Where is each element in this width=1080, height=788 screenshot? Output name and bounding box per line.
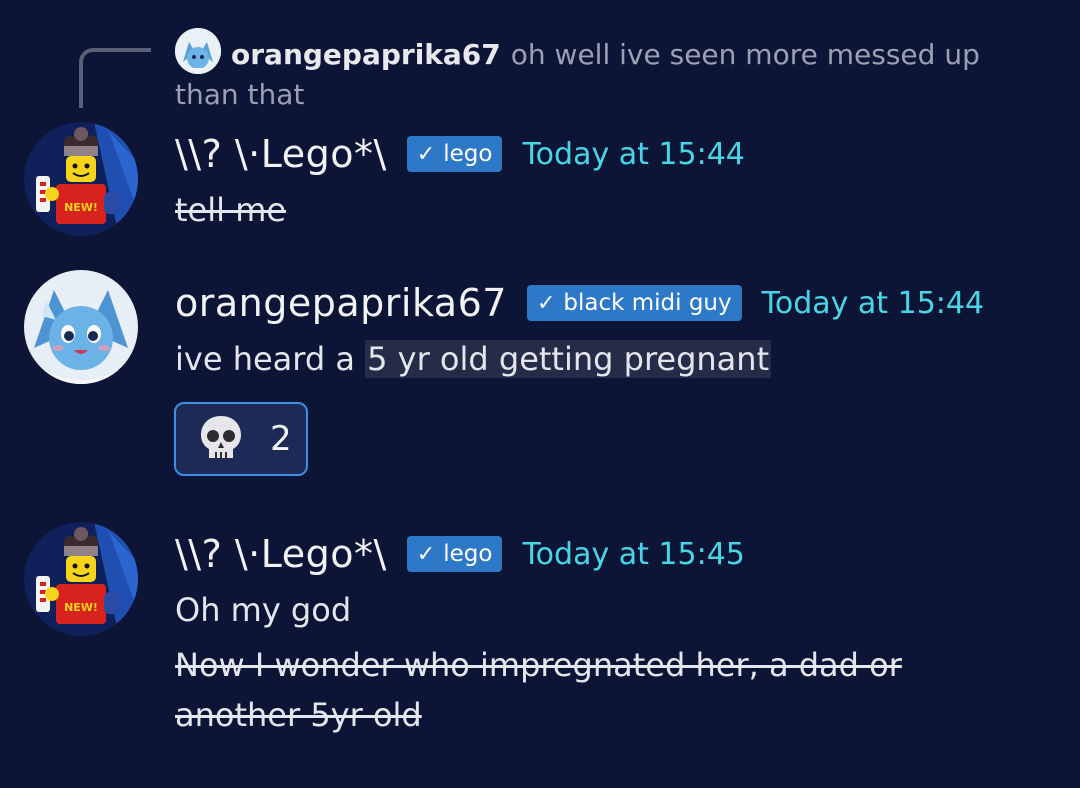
avatar-orangepaprika67[interactable] xyxy=(24,270,138,384)
message-text-struck: Now I wonder who impregnated her, a dad … xyxy=(175,646,902,734)
check-icon: ✓ xyxy=(536,290,556,316)
role-badge[interactable]: ✓ lego xyxy=(406,536,503,572)
timestamp: Today at 15:45 xyxy=(522,536,745,572)
reaction-button[interactable]: 2 xyxy=(174,402,308,476)
check-icon: ✓ xyxy=(416,541,436,567)
role-badge[interactable]: ✓ lego xyxy=(406,136,503,172)
message-header: \\? \·Lego*\ ✓ lego Today at 15:44 xyxy=(175,126,745,182)
username[interactable]: \\? \·Lego*\ xyxy=(175,532,387,576)
avatar-lego[interactable]: NEW! xyxy=(24,522,138,636)
message-text: ive heard a 5 yr old getting pregnant xyxy=(175,334,772,384)
message-header: orangepaprika67 ✓ black midi guy Today at… xyxy=(175,275,984,331)
reply-avatar[interactable] xyxy=(175,28,221,74)
reaction-count: 2 xyxy=(270,419,292,459)
svg-text:NEW!: NEW! xyxy=(64,601,98,614)
message-header: \\? \·Lego*\ ✓ lego Today at 15:45 xyxy=(175,526,745,582)
message-text-highlighted: 5 yr old getting pregnant xyxy=(365,340,772,378)
timestamp: Today at 15:44 xyxy=(522,136,745,172)
timestamp: Today at 15:44 xyxy=(761,285,985,321)
avatar-lego[interactable]: NEW! xyxy=(24,122,138,236)
message-text: Oh my god xyxy=(175,591,352,629)
check-icon: ✓ xyxy=(416,141,436,167)
role-badge[interactable]: ✓ black midi guy xyxy=(526,285,742,321)
message-text-plain: ive heard a xyxy=(175,340,366,378)
reply-author[interactable]: orangepaprika67 xyxy=(231,38,501,71)
skull-icon xyxy=(201,416,241,460)
reply-connector xyxy=(79,48,151,108)
username[interactable]: orangepaprika67 xyxy=(175,281,507,325)
message-text: tell me xyxy=(175,191,287,229)
svg-text:NEW!: NEW! xyxy=(64,201,98,214)
reply-preview[interactable]: orangepaprika67 oh well ive seen more mes… xyxy=(175,28,1035,115)
chat-view: orangepaprika67 oh well ive seen more mes… xyxy=(0,0,1080,788)
username[interactable]: \\? \·Lego*\ xyxy=(175,132,387,176)
